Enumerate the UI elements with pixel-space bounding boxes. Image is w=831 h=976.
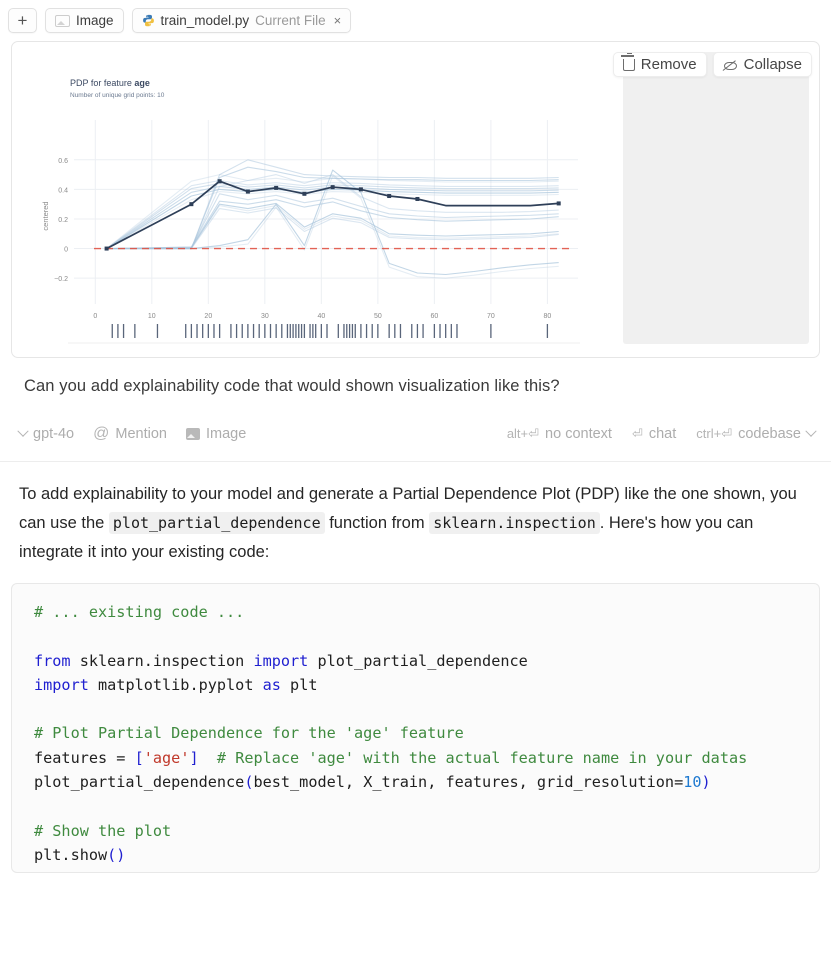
chat-label: chat xyxy=(648,426,677,442)
add-image-label: Image xyxy=(205,426,247,442)
svg-text:0: 0 xyxy=(93,313,97,320)
inline-code-plot-partial-dependence: plot_partial_dependence xyxy=(108,512,325,534)
composer-divider xyxy=(0,461,831,462)
remove-button[interactable]: Remove xyxy=(612,52,707,77)
no-context-label: no context xyxy=(545,426,612,442)
code-block-content: # ... existing code ... from sklearn.ins… xyxy=(34,603,748,864)
collapse-button[interactable]: Collapse xyxy=(712,52,812,77)
no-context-shortcut: alt+⏎ xyxy=(506,426,540,441)
answer-line-1: To add explainability to your model and … xyxy=(19,485,677,503)
svg-text:10: 10 xyxy=(148,313,156,320)
remove-button-label: Remove xyxy=(640,56,697,73)
svg-text:60: 60 xyxy=(430,313,438,320)
chat-shortcut: ⏎ xyxy=(631,426,643,441)
composer-toolbar: gpt-4o @ Mention Image alt+⏎ no context … xyxy=(17,421,817,447)
svg-text:0: 0 xyxy=(64,247,68,254)
no-context-action[interactable]: alt+⏎ no context xyxy=(507,426,612,442)
image-card-actions: Remove Collapse xyxy=(612,52,812,77)
file-context-chip[interactable]: train_model.py Current File × xyxy=(131,8,352,33)
eye-off-icon xyxy=(723,59,738,70)
codebase-action[interactable]: ctrl+⏎ codebase xyxy=(696,425,817,442)
image-icon xyxy=(55,14,70,27)
close-icon[interactable]: × xyxy=(334,13,342,28)
assistant-answer: To add explainability to your model and … xyxy=(19,480,812,567)
mention-button[interactable]: @ Mention xyxy=(93,425,167,443)
codebase-label: codebase xyxy=(738,426,801,442)
answer-line-2b: function from xyxy=(324,514,425,532)
add-context-button[interactable]: + xyxy=(8,8,37,33)
svg-text:0.2: 0.2 xyxy=(58,217,68,224)
collapse-button-label: Collapse xyxy=(743,56,802,73)
svg-text:centered: centered xyxy=(41,201,50,230)
svg-text:20: 20 xyxy=(204,313,212,320)
code-block[interactable]: # ... existing code ... from sklearn.ins… xyxy=(11,583,820,873)
svg-text:50: 50 xyxy=(374,313,382,320)
svg-text:PDP for feature age: PDP for feature age xyxy=(70,78,150,88)
svg-text:80: 80 xyxy=(543,313,551,320)
chevron-down-icon xyxy=(805,425,817,437)
pdp-chart-svg: 01020304050607080−0.200.20.40.6centereda… xyxy=(41,78,580,344)
at-icon: @ xyxy=(93,425,110,442)
chat-action[interactable]: ⏎ chat xyxy=(632,426,676,442)
pdp-chart: 01020304050607080−0.200.20.40.6centereda… xyxy=(12,42,632,355)
image-context-chip[interactable]: Image xyxy=(45,8,124,33)
plus-icon: + xyxy=(17,10,28,30)
image-side-panel xyxy=(623,52,809,344)
model-selector[interactable]: gpt-4o xyxy=(17,425,75,442)
svg-text:Number of unique grid points:: Number of unique grid points: 10 xyxy=(70,92,165,99)
svg-text:0.4: 0.4 xyxy=(58,187,68,194)
svg-text:70: 70 xyxy=(487,313,495,320)
model-selector-label: gpt-4o xyxy=(33,426,75,442)
image-icon xyxy=(185,428,200,440)
svg-text:40: 40 xyxy=(317,313,325,320)
user-prompt-text: Can you add explainability code that wou… xyxy=(24,377,560,395)
mention-label: Mention xyxy=(115,426,167,442)
svg-text:30: 30 xyxy=(261,313,269,320)
tab-strip: + Image train_model.py Current File × xyxy=(0,0,831,39)
file-chip-filename: train_model.py xyxy=(160,13,250,28)
add-image-button[interactable]: Image xyxy=(185,426,247,442)
inline-code-sklearn-inspection: sklearn.inspection xyxy=(429,512,600,534)
svg-text:0.6: 0.6 xyxy=(58,158,68,165)
attached-image-card: Remove Collapse 0 10 20 30 40 50 60 70 80 −0.2 0 0.… xyxy=(11,41,820,358)
codebase-shortcut: ctrl+⏎ xyxy=(696,426,733,441)
chevron-down-icon xyxy=(17,425,29,437)
file-chip-subtitle: Current File xyxy=(255,13,326,28)
trash-icon xyxy=(621,53,635,71)
python-icon xyxy=(142,14,155,27)
image-chip-label: Image xyxy=(76,13,114,28)
svg-text:−0.2: −0.2 xyxy=(54,276,68,283)
